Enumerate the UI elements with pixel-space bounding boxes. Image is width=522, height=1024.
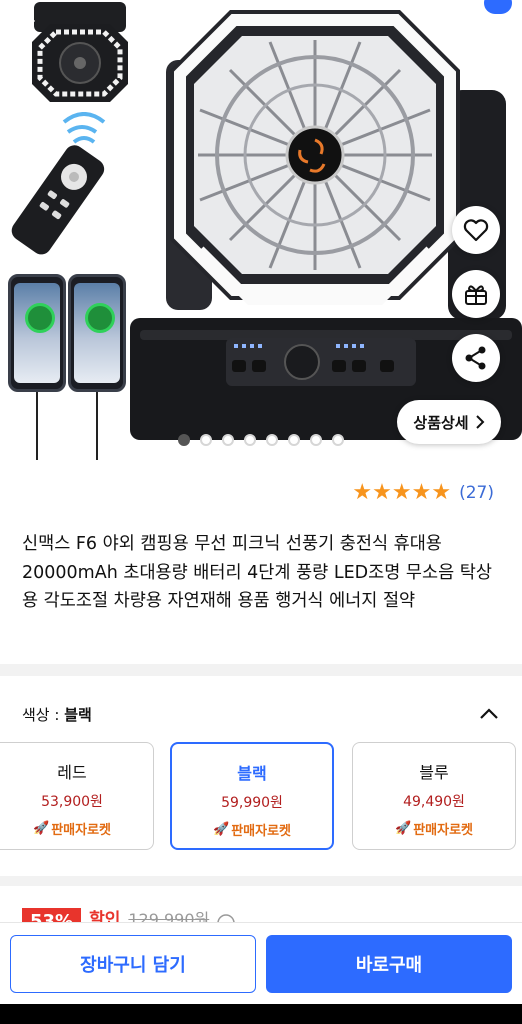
rocket-badge: 🚀 판매자로켓 xyxy=(0,819,153,838)
gallery-dot[interactable] xyxy=(222,434,234,446)
gallery-dot[interactable] xyxy=(244,434,256,446)
gallery-pagination xyxy=(178,434,344,446)
gift-icon xyxy=(465,285,487,305)
star-icon: ★ xyxy=(411,480,432,505)
share-icon xyxy=(465,346,486,370)
gift-button[interactable] xyxy=(452,270,500,318)
product-detail-button[interactable]: 상품상세 xyxy=(397,400,501,444)
wishlist-button[interactable] xyxy=(452,206,500,254)
chevron-right-icon xyxy=(475,415,485,429)
option-price: 59,990원 xyxy=(221,795,283,811)
option-card-red[interactable]: 레드 53,900원 🚀 판매자로켓 xyxy=(0,742,154,850)
option-price: 49,490원 xyxy=(403,794,465,810)
system-nav-bar xyxy=(0,1004,522,1024)
buy-now-button[interactable]: 바로구매 xyxy=(266,935,512,993)
heart-icon xyxy=(463,219,489,242)
add-to-cart-button[interactable]: 장바구니 담기 xyxy=(10,935,256,993)
section-divider xyxy=(0,876,522,886)
option-price: 53,900원 xyxy=(41,794,103,810)
product-detail-label: 상품상세 xyxy=(413,413,469,432)
rocket-icon: 🚀 xyxy=(33,821,50,836)
rocket-icon: 🚀 xyxy=(213,822,230,837)
option-name: 레드 xyxy=(57,763,87,782)
rocket-icon: 🚀 xyxy=(395,821,412,836)
star-icon: ★ xyxy=(352,480,373,505)
cable-image xyxy=(96,392,98,460)
bottom-action-bar: 장바구니 담기 바로구매 xyxy=(0,922,522,1004)
rocket-badge-label: 판매자로켓 xyxy=(51,823,111,838)
product-image-gallery[interactable]: 상품상세 xyxy=(0,0,522,462)
star-icon: ★ xyxy=(372,480,392,505)
gallery-dot[interactable] xyxy=(288,434,300,446)
option-card-blue[interactable]: 블루 49,490원 🚀 판매자로켓 xyxy=(352,742,516,850)
product-rating[interactable]: ★★★★★ (27) xyxy=(352,482,494,504)
star-icon: ★ xyxy=(391,480,412,505)
rocket-badge: 🚀 판매자로켓 xyxy=(353,819,515,838)
back-icon[interactable] xyxy=(14,0,44,24)
phone-charging-image xyxy=(8,274,66,392)
gallery-dot[interactable] xyxy=(200,434,212,446)
section-divider xyxy=(0,664,522,676)
gallery-dot[interactable] xyxy=(332,434,344,446)
search-icon[interactable] xyxy=(400,0,434,26)
option-selected-value: 블랙 xyxy=(64,706,92,724)
gallery-dot[interactable] xyxy=(266,434,278,446)
share-button[interactable] xyxy=(452,334,500,382)
option-label: 색상 : xyxy=(22,706,65,724)
cable-image xyxy=(36,392,38,460)
rocket-badge-label: 판매자로켓 xyxy=(231,824,291,839)
remote-control-image xyxy=(11,112,106,255)
option-name: 블랙 xyxy=(237,764,267,783)
review-count-link[interactable]: (27) xyxy=(459,483,494,503)
rocket-badge: 🚀 판매자로켓 xyxy=(172,820,332,839)
phone-charging-image xyxy=(68,274,126,392)
gallery-dot[interactable] xyxy=(310,434,322,446)
rocket-badge-label: 판매자로켓 xyxy=(413,823,473,838)
product-title: 신맥스 F6 야외 캠핑용 무선 피크닉 선풍기 충전식 휴대용 20000mA… xyxy=(22,534,492,611)
gallery-dot[interactable] xyxy=(178,434,190,446)
chevron-up-icon[interactable] xyxy=(478,706,500,722)
star-icon: ★ xyxy=(431,480,452,505)
rating-stars: ★★★★★ xyxy=(352,482,451,504)
option-name: 블루 xyxy=(419,763,449,782)
option-card-black[interactable]: 블랙 59,990원 🚀 판매자로켓 xyxy=(170,742,334,850)
option-header[interactable]: 색상 : 블랙 xyxy=(22,704,92,725)
